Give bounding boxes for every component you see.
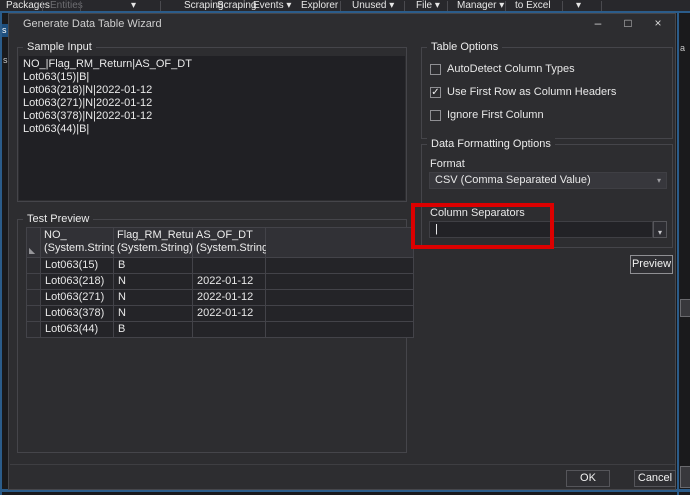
row-header[interactable]	[27, 290, 40, 305]
grid-cell-filler	[266, 322, 413, 337]
sample-line: NO_|Flag_RM_Return|AS_OF_DT	[23, 58, 192, 70]
toolbar-separator	[340, 1, 341, 11]
row-header[interactable]	[27, 322, 40, 337]
toolbar-separator	[42, 1, 43, 11]
grid-cell: Lot063(15)	[41, 258, 113, 273]
preview-button[interactable]: Preview	[630, 255, 673, 274]
sample-line: Lot063(378)|N|2022-01-12	[23, 110, 153, 122]
column-header[interactable]: AS_OF_DT (System.String)	[193, 228, 272, 257]
column-name: AS_OF_DT	[196, 229, 253, 241]
grid-cell: Lot063(271)	[41, 290, 113, 305]
column-separators-dropdown-button[interactable]: ▾	[653, 221, 667, 238]
sample-line: Lot063(271)|N|2022-01-12	[23, 97, 153, 109]
grid-cell-filler	[266, 258, 413, 273]
grid-cell: N	[114, 274, 192, 289]
sample-line: Lot063(15)|B|	[23, 71, 90, 83]
window-frame-left	[0, 11, 2, 495]
column-name: NO_	[44, 229, 67, 241]
table-options-group: Table Options AutoDetect Column Types ✓ …	[421, 41, 673, 139]
sample-input-label: Sample Input	[23, 41, 96, 54]
ok-button[interactable]: OK	[566, 470, 610, 487]
chevron-down-icon: ▾	[656, 176, 661, 185]
grid-cell-filler	[266, 290, 413, 305]
sample-input-textarea[interactable]: NO_|Flag_RM_Return|AS_OF_DT Lot063(15)|B…	[19, 56, 405, 200]
toolbar-separator	[80, 1, 81, 11]
checkbox-label: Ignore First Column	[447, 109, 544, 121]
annotation-rectangle	[411, 203, 554, 249]
grid-cell	[193, 258, 265, 273]
close-icon[interactable]: ×	[643, 14, 673, 33]
grid-cell: B	[114, 258, 192, 273]
format-dropdown-value: CSV (Comma Separated Value)	[435, 174, 591, 186]
toolbar-separator	[505, 1, 506, 11]
data-formatting-options-label: Data Formatting Options	[427, 138, 555, 151]
test-preview-group: Test Preview ◣ NO_ (System.String) Flag_…	[17, 213, 414, 453]
checkbox-autodetect-column-types[interactable]: AutoDetect Column Types	[430, 62, 575, 76]
column-type: (System.String)	[44, 242, 120, 254]
grid-cell: 2022-01-12	[193, 274, 265, 289]
checkbox-box[interactable]: ✓	[430, 86, 441, 98]
grid-cell: Lot063(44)	[41, 322, 113, 337]
grid-cell: B	[114, 322, 192, 337]
preview-grid: ◣ NO_ (System.String) Flag_RM_Return (Sy…	[26, 227, 414, 338]
grid-cell	[193, 322, 265, 337]
minimize-icon[interactable]: –	[583, 14, 613, 33]
edge-partial-button	[680, 466, 690, 488]
cancel-button[interactable]: Cancel	[634, 470, 676, 487]
edge-partial-button	[680, 299, 690, 317]
checkbox-ignore-first-column[interactable]: Ignore First Column	[430, 108, 544, 122]
grid-cell: N	[114, 290, 192, 305]
toolbar-separator	[404, 1, 405, 11]
maximize-icon[interactable]: □	[613, 14, 643, 33]
column-header-filler	[266, 228, 413, 257]
footer-divider	[10, 464, 675, 465]
screen: Packages Entities ▾ Scraping Scraping Ev…	[0, 0, 690, 495]
grid-select-all-cell[interactable]: ◣	[27, 228, 40, 257]
toolbar-separator	[562, 1, 563, 11]
toolbar-separator	[601, 1, 602, 11]
grid-selector-triangle-icon: ◣	[29, 246, 36, 255]
edge-fragment-text-right: a	[680, 43, 686, 53]
window-frame-right	[677, 11, 679, 495]
row-header[interactable]	[27, 258, 40, 273]
format-dropdown[interactable]: CSV (Comma Separated Value) ▾	[429, 172, 667, 189]
checkbox-use-first-row-as-headers[interactable]: ✓ Use First Row as Column Headers	[430, 85, 616, 99]
checkbox-label: Use First Row as Column Headers	[447, 86, 617, 98]
grid-cell: 2022-01-12	[193, 306, 265, 321]
grid-cell: Lot063(218)	[41, 274, 113, 289]
checkbox-box[interactable]	[430, 63, 441, 75]
grid-cell: N	[114, 306, 192, 321]
dialog-titlebar[interactable]: Generate Data Table Wizard – □ ×	[9, 14, 675, 34]
checkbox-box[interactable]	[430, 109, 441, 121]
row-header[interactable]	[27, 274, 40, 289]
column-name: Flag_RM_Return	[117, 229, 201, 241]
row-header[interactable]	[27, 306, 40, 321]
sample-input-group: Sample Input NO_|Flag_RM_Return|AS_OF_DT…	[17, 41, 407, 202]
dialog-title: Generate Data Table Wizard	[23, 18, 162, 30]
edge-fragment-text: s	[3, 55, 8, 65]
sample-line: Lot063(44)|B|	[23, 123, 90, 135]
grid-cell-filler	[266, 274, 413, 289]
grid-cell: 2022-01-12	[193, 290, 265, 305]
generate-data-table-wizard-dialog: Generate Data Table Wizard – □ × Sample …	[8, 13, 676, 490]
column-type: (System.String)	[196, 242, 272, 254]
column-type: (System.String)	[117, 242, 193, 254]
grid-cell: Lot063(378)	[41, 306, 113, 321]
toolbar-separator	[447, 1, 448, 11]
sample-line: Lot063(218)|N|2022-01-12	[23, 84, 153, 96]
chevron-down-icon: ▾	[657, 228, 662, 237]
test-preview-label: Test Preview	[23, 213, 94, 226]
toolbar-separator	[160, 1, 161, 11]
column-header[interactable]: NO_ (System.String)	[41, 228, 120, 257]
column-header[interactable]: Flag_RM_Return (System.String)	[114, 228, 201, 257]
table-options-label: Table Options	[427, 41, 503, 54]
checkbox-label: AutoDetect Column Types	[447, 63, 575, 75]
grid-cell-filler	[266, 306, 413, 321]
format-label: Format	[430, 158, 465, 170]
